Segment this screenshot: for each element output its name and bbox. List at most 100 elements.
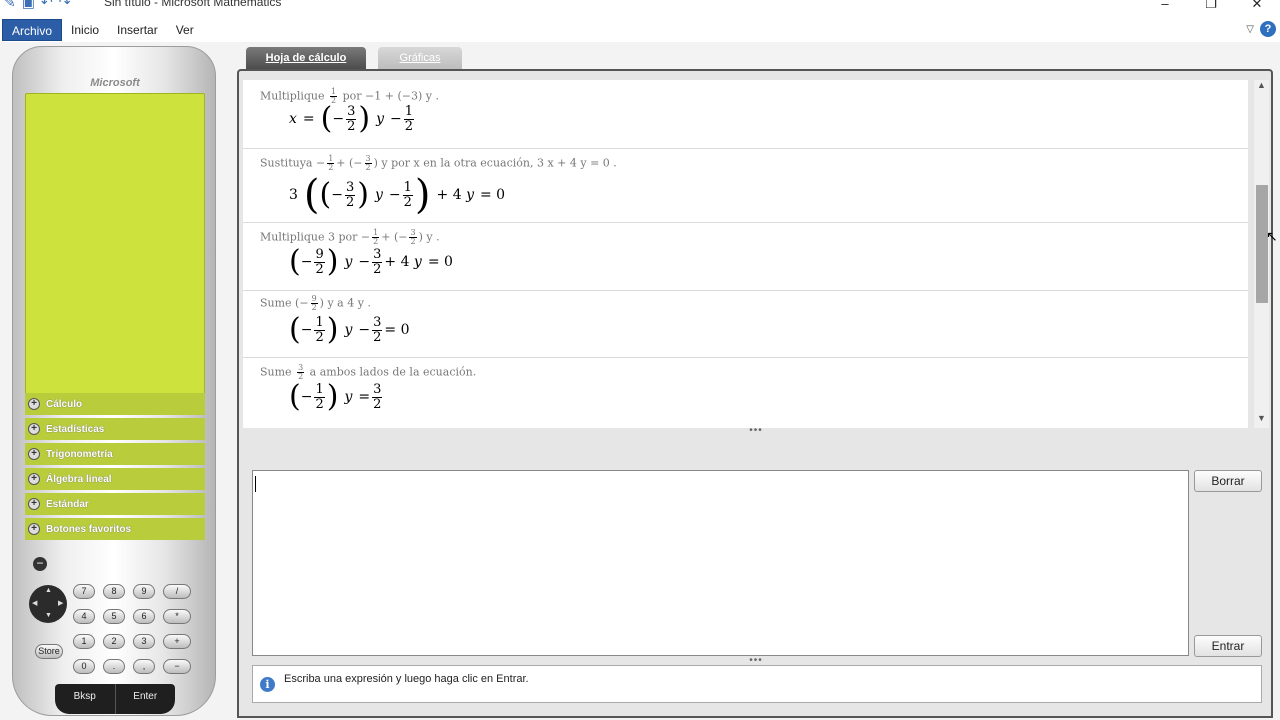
step-text: y a 4 y . [327,296,371,310]
key-8[interactable]: 8 [103,584,125,599]
expand-plus-icon: + [28,448,40,460]
title-bar: ✎ ▣ ↶ ↷ Sin título - Microsoft Mathemati… [0,0,1280,18]
step-text: y . [426,230,440,244]
arrow-left-icon[interactable]: ◀ [32,599,37,607]
category-estandar[interactable]: + Estándar [25,493,205,515]
category-trigonometria[interactable]: + Trigonometría [25,443,205,465]
step-equation: x = (−3 2) y −1 2 [289,101,415,136]
expand-plus-icon: + [28,473,40,485]
calculator-pad: Microsoft + Cálculo + Estadísticas + Trigon… [12,46,216,716]
arrow-right-icon[interactable]: ▶ [58,599,63,607]
step-equation: (−1 2) y = 3 2 [289,379,383,414]
menu-archivo[interactable]: Archivo [2,19,63,41]
category-label: Álgebra lineal [46,473,112,485]
key-9[interactable]: 9 [133,584,155,599]
step-text: Sume [260,365,292,379]
category-label: Estándar [46,498,89,510]
menu-bar: Archivo Inicio Insertar Ver ▽ ? [0,18,1280,42]
menu-insertar[interactable]: Insertar [108,19,167,41]
solution-step: Sustituya −1 2 + (− 3 2) y por x en la otra … [243,149,1248,223]
step-text: Sume [260,296,292,310]
step-text: a ambos lados de la ecuación. [309,365,477,379]
calculator-category-list: + Cálculo + Estadísticas + Trigonometría + Á… [25,393,205,543]
worksheet-scrollbar[interactable]: ▲ ▼ [1254,80,1269,428]
tab-worksheet[interactable]: Hoja de cálculo [246,47,366,69]
expand-plus-icon: + [28,423,40,435]
key-7[interactable]: 7 [73,584,95,599]
category-label: Botones favoritos [46,523,132,535]
category-algebra-lineal[interactable]: + Álgebra lineal [25,468,205,490]
backspace-button[interactable]: Bksp [55,684,116,714]
enter-button[interactable]: Entrar [1194,635,1262,657]
category-estadisticas[interactable]: + Estadísticas [25,418,205,440]
key-plus[interactable]: + [163,634,191,649]
key-comma[interactable]: , [133,659,155,674]
key-1[interactable]: 1 [73,634,95,649]
step-text: Multiplique [260,89,325,103]
quick-access-toolbar: ✎ ▣ ↶ ↷ [4,0,70,11]
calculator-screen [25,93,205,395]
key-decimal[interactable]: . [103,659,125,674]
text-caret [255,476,256,492]
key-2[interactable]: 2 [103,634,125,649]
category-label: Estadísticas [46,423,105,435]
key-0[interactable]: 0 [73,659,95,674]
info-icon: i [260,676,275,692]
expand-plus-icon: + [28,523,40,535]
splitter-grip-icon[interactable]: ••• [746,425,766,436]
restore-button[interactable]: ❐ [1188,0,1234,12]
ribbon-collapse-icon[interactable]: ▽ [1246,24,1254,35]
solution-step: Multiplique 3 por −1 2 + (− 3 2) y . (−9 2) y… [243,223,1248,291]
step-text: y por x en la otra ecuación, 3 x + 4 y =… [381,156,617,170]
solution-step: Multiplique 12 por −1 + (−3) y . x = (−3 2… [243,80,1248,149]
menu-ver[interactable]: Ver [167,19,203,41]
undo-icon[interactable]: ↶ [41,0,53,11]
menu-inicio[interactable]: Inicio [62,19,108,41]
key-minus[interactable]: − [163,659,191,674]
app-icon: ✎ [4,0,16,10]
key-5[interactable]: 5 [103,609,125,624]
category-label: Trigonometría [46,448,113,460]
redo-icon[interactable]: ↷ [59,0,71,11]
minimize-button[interactable]: – [1142,0,1188,12]
step-description: Multiplique 12 por −1 + (−3) y . [260,88,439,105]
key-multiply[interactable]: * [163,609,191,624]
tab-graphs[interactable]: Gráficas [378,47,462,69]
window-controls: – ❐ ✕ [1142,0,1280,12]
status-message: Escriba una expresión y luego haga clic … [284,673,529,685]
calc-enter-button[interactable]: Enter [116,684,176,714]
step-text: Multiplique 3 por [260,230,358,244]
solution-step: Sume (− 9 2) y a 4 y . (−1 2) y −3 2 = 0 [243,291,1248,358]
worksheet-output: Multiplique 12 por −1 + (−3) y . x = (−3 2… [243,80,1248,428]
help-icon[interactable]: ? [1260,21,1276,37]
key-divide[interactable]: / [163,584,191,599]
minus-icon[interactable]: − [33,557,47,571]
arrow-down-icon[interactable]: ▼ [45,612,52,619]
expand-plus-icon: + [28,498,40,510]
step-text: Sustituya [260,156,313,170]
step-text: por −1 + (−3) y . [342,89,439,103]
menu-right-controls: ▽ ? [1246,21,1276,37]
scroll-down-icon[interactable]: ▼ [1257,413,1266,423]
key-4[interactable]: 4 [73,609,95,624]
store-button[interactable]: Store [35,644,63,659]
dpad-control[interactable]: ▲ ▼ ◀ ▶ [29,585,67,623]
category-calculo[interactable]: + Cálculo [25,393,205,415]
step-description: Sustituya −1 2 + (− 3 2) y por x en la otra … [260,154,617,172]
step-equation: (−9 2) y −3 2 + 4 y = 0 [289,244,453,279]
close-button[interactable]: ✕ [1234,0,1280,12]
scroll-up-icon[interactable]: ▲ [1257,80,1266,90]
arrow-up-icon[interactable]: ▲ [45,587,52,594]
category-botones-favoritos[interactable]: + Botones favoritos [25,518,205,540]
save-icon[interactable]: ▣ [22,0,35,11]
clear-button[interactable]: Borrar [1194,470,1262,492]
calculator-brand: Microsoft [90,77,140,89]
step-equation: (−1 2) y −3 2 = 0 [289,312,410,347]
mouse-cursor-icon: ↖ [1266,228,1278,244]
key-6[interactable]: 6 [133,609,155,624]
status-bar: i Escriba una expresión y luego haga cli… [252,665,1262,703]
expression-input[interactable] [252,470,1189,656]
window-title: Sin título - Microsoft Mathematics [104,0,282,9]
expand-plus-icon: + [28,398,40,410]
key-3[interactable]: 3 [133,634,155,649]
